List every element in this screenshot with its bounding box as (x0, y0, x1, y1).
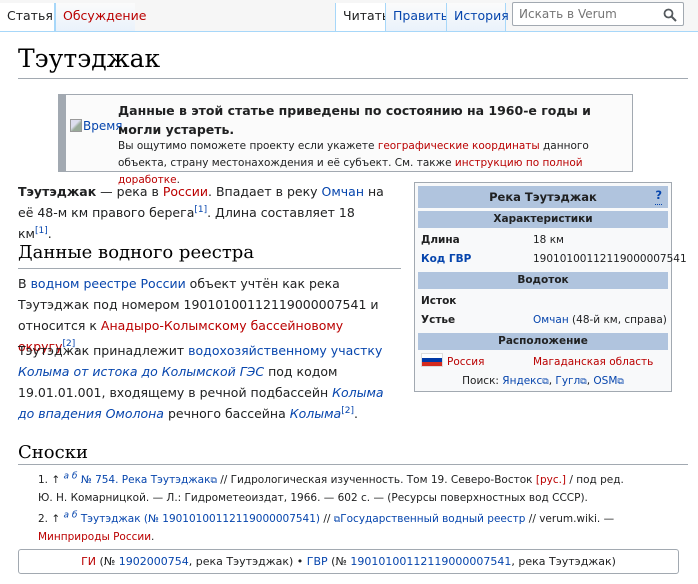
infobox-section-watercourse: Водоток (418, 272, 668, 289)
notice-title: Данные в этой статье приведены по состоя… (118, 103, 591, 137)
section-heading-notes: Сноски (18, 442, 88, 463)
tab-talk-label: Обсуждение (63, 8, 147, 23)
tab-history-label: История (454, 8, 509, 23)
tab-talk[interactable]: Обсуждение (55, 3, 146, 31)
infobox-section-characteristics: Характеристики (418, 211, 668, 228)
country-link[interactable]: Россия (447, 356, 484, 368)
heading-divider (18, 268, 401, 269)
tab-article-label: Статья (7, 8, 53, 23)
ref-link[interactable]: [1] (35, 226, 48, 236)
infobox-map-search: Поиск: Яндекс⧉, Гугл⧉, OSM⧉ (462, 375, 624, 387)
section-heading-registry: Данные водного реестра (18, 242, 255, 263)
broken-image-icon (70, 119, 82, 132)
backlink-arrow: ↑ (51, 474, 61, 486)
footnotes-list: 1. ↑ а б № 754. Река Тэутэджак⧉ // Гидро… (38, 472, 638, 550)
backlink-arrow: ↑ (51, 513, 61, 525)
infobox-section-location: Расположение (418, 333, 668, 350)
subject-name: Тэутэджак (18, 184, 97, 199)
water-area-link[interactable]: водохозяйственному участку (188, 343, 382, 358)
search-box (512, 2, 684, 26)
gvr-number-link[interactable]: 19010100112119000007541 (350, 555, 511, 568)
notice-image[interactable]: Время (70, 119, 123, 133)
notice-image-alt: Время (83, 119, 123, 133)
russia-flag-icon (421, 353, 443, 367)
footnote-source-link[interactable]: № 754. Река Тэутэджак⧉ (81, 474, 217, 486)
infobox-row-gvr: Код ГВР 19010100112119000007541 (415, 250, 687, 269)
footnote-item: 2. ↑ а б Тэутэджак (№ 190101001121190000… (38, 510, 615, 543)
russia-link[interactable]: России (163, 184, 208, 199)
tab-read[interactable]: Читать (335, 3, 389, 31)
search-input[interactable] (519, 6, 659, 22)
gi-link[interactable]: ГИ (81, 555, 96, 568)
lang-link[interactable]: [рус.] (536, 474, 566, 486)
kolyma-source-link[interactable]: Колыма от истока до Колымской ГЭС (18, 364, 264, 379)
gvr-site-link[interactable]: ⧉Государственный водный реестр (334, 513, 526, 525)
external-link-icon: ⧉ (617, 377, 624, 387)
authority-navbox: ГИ (№ 1902000754, река Тэутэджак) • ГВР … (18, 549, 679, 574)
tab-edit-label: Править (393, 8, 449, 23)
help-icon[interactable]: ? (655, 186, 662, 205)
tab-edit[interactable]: Править (385, 3, 449, 31)
page-tabs: Статья Обсуждение Читать Править История (0, 0, 698, 31)
backlink[interactable]: а б (64, 472, 78, 482)
tab-article[interactable]: Статья (0, 3, 55, 31)
yandex-map-link[interactable]: Яндекс⧉ (502, 375, 548, 387)
registry-paragraph-2: Тэутэджак принадлежит водохозяйственному… (18, 343, 384, 421)
gvr-link[interactable]: ГВР (307, 555, 328, 568)
infobox-row-length: Длина 18 км (421, 234, 564, 246)
water-register-link[interactable]: водном реестре России (31, 276, 186, 291)
gi-number-link[interactable]: 1902000754 (119, 555, 189, 568)
osm-map-link[interactable]: OSM⧉ (593, 375, 623, 387)
google-map-link[interactable]: Гугл⧉ (555, 375, 586, 387)
infobox-row-source: Исток (421, 295, 457, 307)
ministry-link[interactable]: Минприроды России (38, 531, 151, 543)
gvr-code-link[interactable]: Код ГВР (421, 250, 471, 269)
backlink[interactable]: а б (64, 511, 78, 521)
tab-history[interactable]: История (446, 3, 509, 31)
title-divider (18, 78, 688, 79)
infobox-title: Река Тэутэджак? (418, 186, 668, 208)
ref-link[interactable]: [2] (341, 406, 354, 416)
footnote-item: 1. ↑ а б № 754. Река Тэутэджак⧉ // Гидро… (38, 471, 624, 504)
heading-divider (18, 464, 688, 465)
footnote-source-link[interactable]: Тэутэджак (№ 19010100112119000007541) (81, 513, 320, 525)
ref-link[interactable]: [1] (194, 205, 207, 215)
mouth-river-link[interactable]: Омчан (533, 314, 569, 326)
tab-read-label: Читать (343, 8, 390, 23)
lead-paragraph: Тэутэджак — река в России. Впадает в рек… (18, 184, 384, 241)
infobox-row-mouth: Устье Омчан (48-й км, справа) (421, 314, 667, 326)
coords-link[interactable]: географические координаты (378, 140, 540, 152)
infobox: Река Тэутэджак? Характеристики Длина 18 к… (414, 182, 687, 392)
page-title: Тэутэджак (18, 44, 161, 73)
outdated-notice: Время Данные в этой статье приведены по … (58, 94, 633, 186)
infobox-row-country: Россия Магаданская область (415, 353, 671, 372)
content-area: Тэутэджак Время Данные в этой статье при… (0, 31, 698, 584)
kolyma-link[interactable]: Колыма (290, 406, 341, 421)
search-icon[interactable] (663, 8, 677, 22)
region-link[interactable]: Магаданская область (533, 353, 653, 372)
omchan-link[interactable]: Омчан (322, 184, 365, 199)
